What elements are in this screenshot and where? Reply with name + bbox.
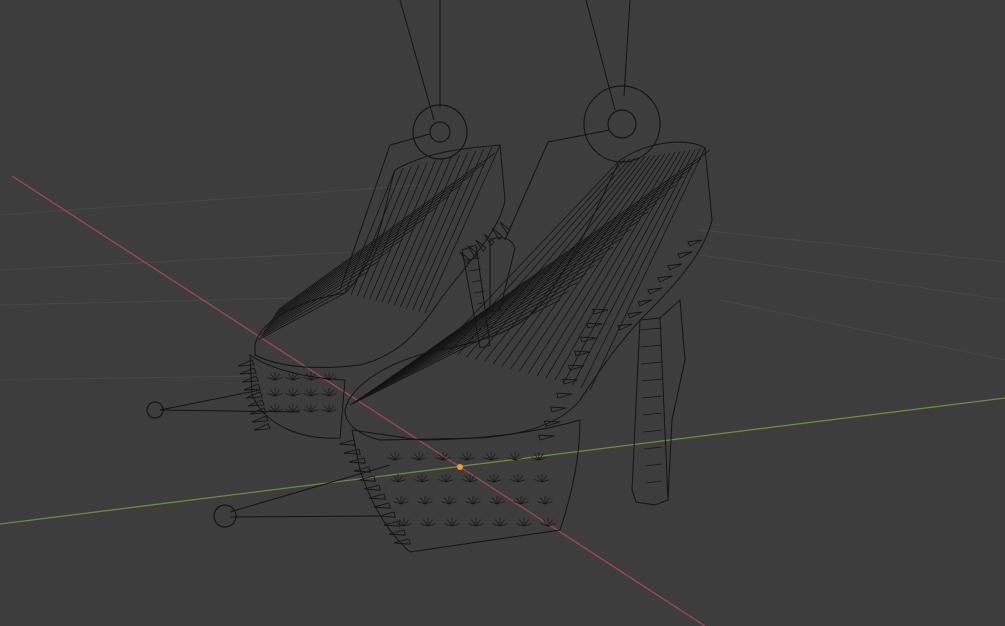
control-circle-left-top[interactable] [412, 104, 468, 160]
armature-controls[interactable] [146, 85, 661, 528]
control-circle-right-top[interactable] [583, 85, 661, 163]
shoe-left-mesh[interactable] [249, 144, 516, 439]
object-origin-dot[interactable] [457, 464, 463, 470]
control-circle-right-toe[interactable] [213, 504, 237, 528]
shoe-right-mesh[interactable] [344, 141, 713, 553]
3d-viewport[interactable] [0, 0, 1005, 626]
floor-grid [0, 184, 1005, 381]
